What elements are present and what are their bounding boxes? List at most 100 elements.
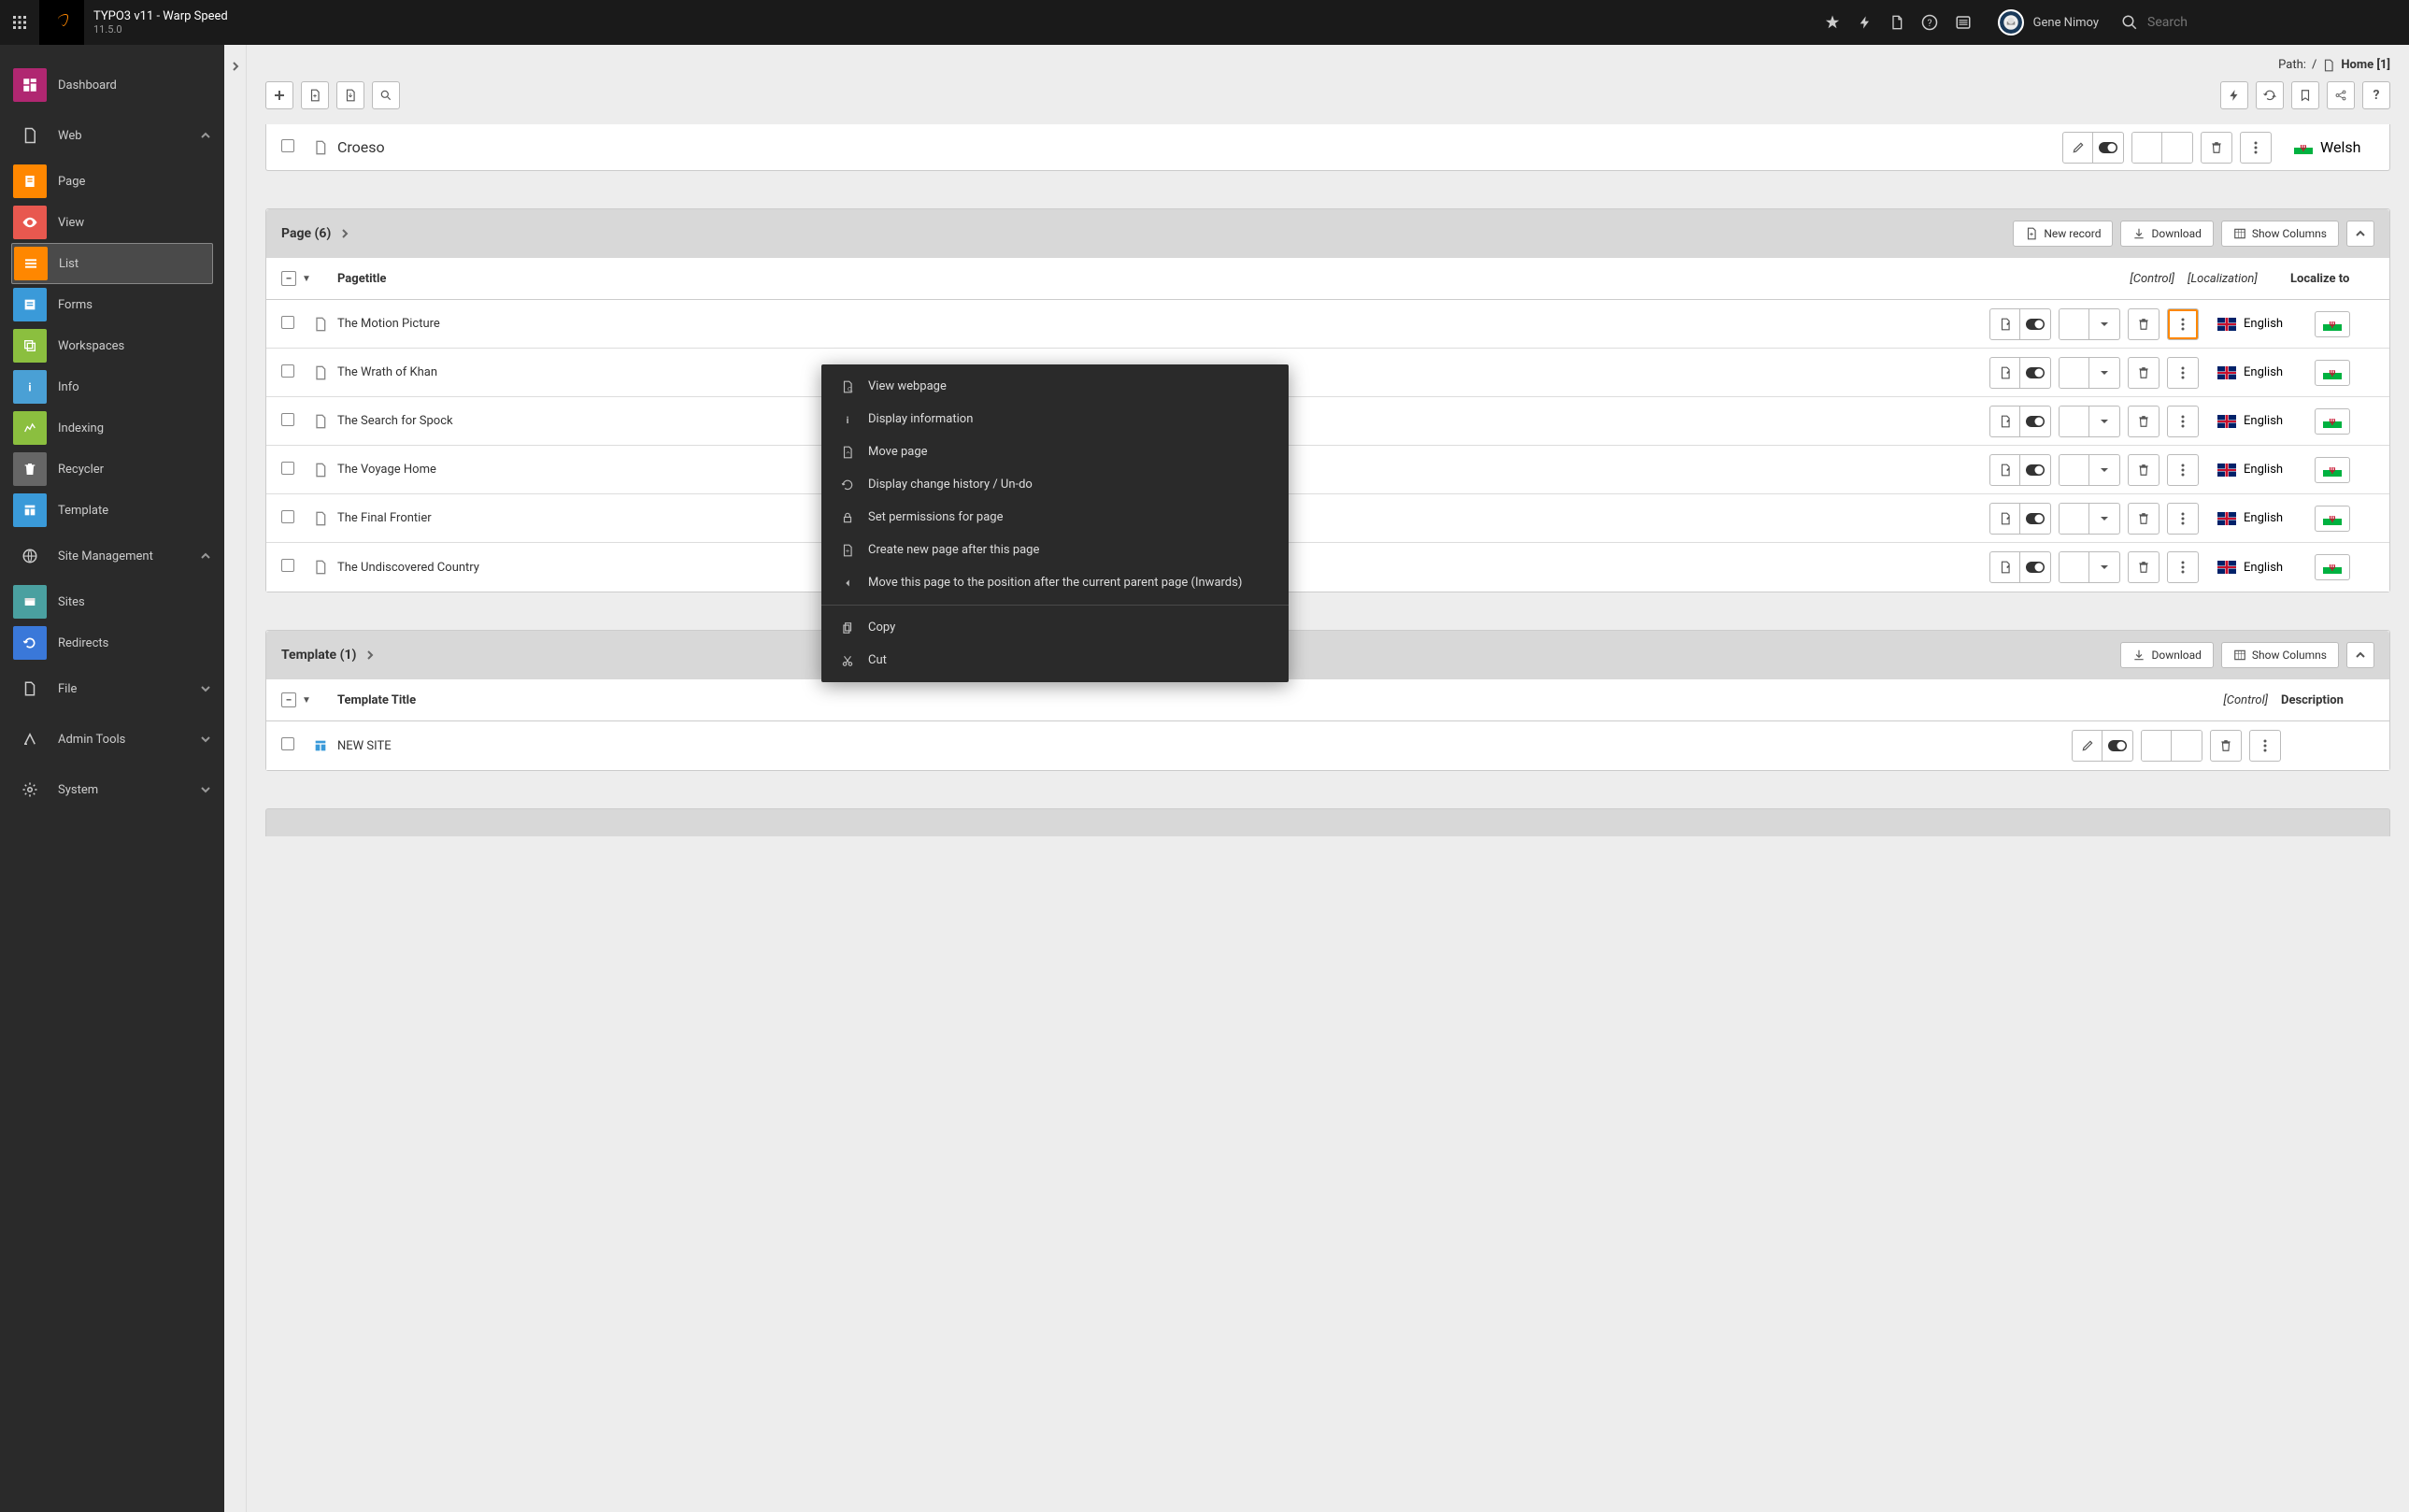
share-button[interactable]	[2327, 81, 2355, 109]
move-down-button[interactable]	[2089, 455, 2119, 485]
localize-wales-button[interactable]	[2315, 554, 2350, 580]
module-group-web[interactable]: Web	[0, 110, 224, 161]
move-down-button[interactable]	[2089, 552, 2119, 582]
column-template-title[interactable]: Template Title	[328, 693, 2169, 707]
row-checkbox[interactable]	[281, 316, 313, 333]
toggle-button[interactable]	[2093, 133, 2123, 163]
show-columns-button[interactable]: Show Columns	[2221, 642, 2339, 668]
delete-button[interactable]	[2129, 455, 2159, 485]
module-page[interactable]: Page	[0, 161, 224, 202]
context-menu-item[interactable]: Set permissions for page	[821, 501, 1289, 534]
toggle-button[interactable]	[2103, 731, 2132, 761]
module-dashboard[interactable]: Dashboard	[0, 60, 224, 110]
more-button[interactable]	[2168, 552, 2198, 582]
paste-button[interactable]	[301, 81, 329, 109]
pane-splitter[interactable]	[224, 45, 247, 1512]
column-pagetitle[interactable]: Pagetitle	[328, 272, 2001, 286]
module-sites[interactable]: Sites	[0, 581, 224, 622]
delete-button[interactable]	[2129, 309, 2159, 339]
module-group-system[interactable]: System	[0, 764, 224, 815]
row-checkbox[interactable]	[281, 737, 313, 754]
module-view[interactable]: View	[0, 202, 224, 243]
edit-button[interactable]	[1990, 407, 2020, 436]
search-toolbar-button[interactable]	[372, 81, 400, 109]
edit-button[interactable]	[2073, 731, 2103, 761]
module-indexing[interactable]: Indexing	[0, 407, 224, 449]
panel-title[interactable]: Page (6)	[281, 226, 331, 241]
row-title[interactable]: Croeso	[337, 138, 2055, 156]
download-button[interactable]: Download	[2120, 221, 2213, 247]
bookmark-icon[interactable]	[1824, 14, 1841, 31]
flash-icon[interactable]	[1858, 14, 1873, 31]
toggle-button[interactable]	[2020, 407, 2050, 436]
module-template[interactable]: Template	[0, 490, 224, 531]
row-checkbox[interactable]	[281, 510, 313, 527]
toggle-button[interactable]	[2020, 552, 2050, 582]
collapse-button[interactable]	[2346, 221, 2374, 247]
caret-down-icon[interactable]: ▼	[302, 274, 311, 284]
document-icon[interactable]	[1889, 14, 1904, 31]
module-recycler[interactable]: Recycler	[0, 449, 224, 490]
cache-button[interactable]	[2220, 81, 2248, 109]
module-info[interactable]: iInfo	[0, 366, 224, 407]
module-group-site[interactable]: Site Management	[0, 531, 224, 581]
move-down-button[interactable]	[2089, 407, 2119, 436]
search-input[interactable]	[2147, 15, 2398, 30]
move-down-button[interactable]	[2089, 504, 2119, 534]
localize-wales-button[interactable]	[2315, 506, 2350, 532]
caret-down-icon[interactable]: ▼	[302, 695, 311, 706]
more-button[interactable]	[2168, 309, 2198, 339]
toggle-button[interactable]	[2020, 455, 2050, 485]
module-forms[interactable]: Forms	[0, 284, 224, 325]
panel-title[interactable]: Template (1)	[281, 648, 356, 663]
help-toolbar-button[interactable]: ?	[2362, 81, 2390, 109]
localize-wales-button[interactable]	[2315, 457, 2350, 483]
delete-button[interactable]	[2129, 552, 2159, 582]
chevron-right-icon[interactable]	[365, 650, 375, 660]
localize-wales-button[interactable]	[2315, 311, 2350, 337]
toggle-button[interactable]	[2020, 358, 2050, 388]
toggle-button[interactable]	[2020, 309, 2050, 339]
row-checkbox[interactable]	[281, 413, 313, 430]
edit-button[interactable]	[1990, 552, 2020, 582]
localize-wales-button[interactable]	[2315, 408, 2350, 435]
edit-button[interactable]	[1990, 358, 2020, 388]
row-title[interactable]: NEW SITE	[337, 739, 2064, 753]
context-menu-item[interactable]: Copy	[821, 611, 1289, 644]
reload-button[interactable]	[2256, 81, 2284, 109]
context-menu-item[interactable]: Cut	[821, 644, 1289, 677]
help-icon[interactable]: ?	[1921, 14, 1938, 31]
more-button[interactable]	[2250, 731, 2280, 761]
column-description[interactable]: Description	[2281, 693, 2374, 707]
row-title[interactable]: The Motion Picture	[337, 317, 1982, 331]
more-button[interactable]	[2168, 455, 2198, 485]
list-icon[interactable]	[1955, 14, 1972, 31]
row-checkbox[interactable]	[281, 462, 313, 478]
context-menu-item[interactable]: Create new page after this page	[821, 534, 1289, 566]
edit-button[interactable]	[1990, 309, 2020, 339]
row-checkbox[interactable]	[281, 559, 313, 576]
bookmark-toolbar-button[interactable]	[2291, 81, 2319, 109]
select-all-checkbox[interactable]: −	[281, 692, 296, 707]
more-button[interactable]	[2168, 504, 2198, 534]
row-checkbox[interactable]	[281, 138, 313, 156]
export-button[interactable]	[336, 81, 364, 109]
module-list[interactable]: List	[11, 243, 213, 284]
show-columns-button[interactable]: Show Columns	[2221, 221, 2339, 247]
more-button[interactable]	[2168, 407, 2198, 436]
module-workspaces[interactable]: Workspaces	[0, 325, 224, 366]
localize-wales-button[interactable]	[2315, 360, 2350, 386]
row-checkbox[interactable]	[281, 364, 313, 381]
context-menu-item[interactable]: Move this page to the position after the…	[821, 566, 1289, 599]
module-redirects[interactable]: Redirects	[0, 622, 224, 663]
delete-button[interactable]	[2202, 133, 2231, 163]
context-menu-item[interactable]: Move page	[821, 435, 1289, 468]
new-record-button[interactable]	[265, 81, 293, 109]
more-button[interactable]	[2241, 133, 2271, 163]
more-button[interactable]	[2168, 358, 2198, 388]
edit-button[interactable]	[2063, 133, 2093, 163]
toggle-button[interactable]	[2020, 504, 2050, 534]
move-down-button[interactable]	[2089, 358, 2119, 388]
delete-button[interactable]	[2129, 504, 2159, 534]
delete-button[interactable]	[2129, 358, 2159, 388]
